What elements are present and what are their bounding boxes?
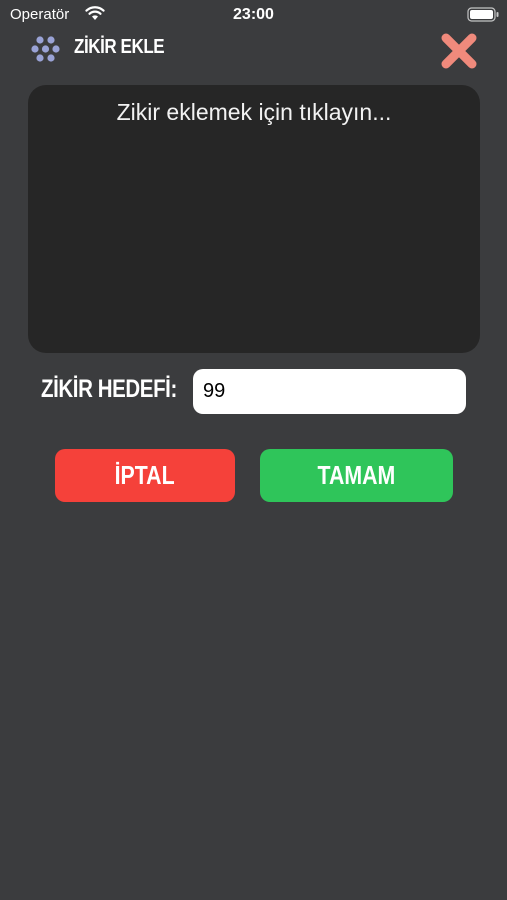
zikir-text-area[interactable]: Zikir eklemek için tıklayın... — [28, 85, 480, 353]
battery-icon — [467, 7, 499, 22]
page-title: ZİKİR EKLE — [74, 36, 165, 58]
zikir-placeholder: Zikir eklemek için tıklayın... — [116, 99, 392, 125]
header: ZİKİR EKLE — [0, 30, 507, 69]
cancel-button-label: İPTAL — [114, 460, 176, 490]
cancel-button[interactable]: İPTAL — [55, 449, 235, 502]
status-time: 23:00 — [233, 6, 274, 23]
ok-button-label: TAMAM — [317, 460, 396, 490]
target-label: ZİKİR HEDEFİ: — [41, 375, 177, 403]
close-icon[interactable] — [438, 30, 480, 72]
target-input[interactable] — [193, 369, 466, 414]
status-bar: Operatör 23:00 — [0, 0, 507, 30]
prayer-beads-icon — [31, 36, 60, 62]
ok-button[interactable]: TAMAM — [260, 449, 453, 502]
